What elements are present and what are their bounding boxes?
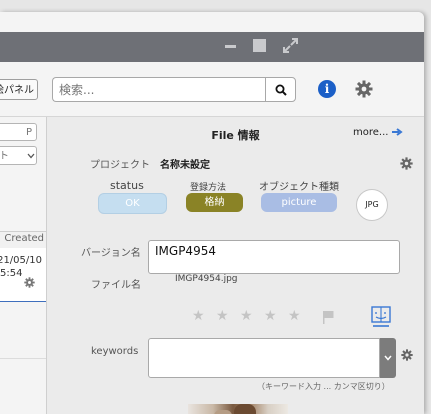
created-time: 5:54 xyxy=(0,268,23,279)
fullscreen-button[interactable] xyxy=(283,38,298,53)
keywords-label: keywords xyxy=(91,346,139,357)
object-type-badge[interactable]: picture xyxy=(261,193,337,212)
star-icon[interactable]: ★ xyxy=(192,308,205,324)
table-row[interactable]: 21/05/10 5:54 xyxy=(0,248,46,302)
window-controls-bar xyxy=(0,32,424,62)
finder-icon[interactable] xyxy=(371,306,391,328)
filename-value: IMGP4954.jpg xyxy=(175,274,238,284)
file-type-badge: JPG xyxy=(356,189,388,221)
created-date: 21/05/10 xyxy=(0,255,42,266)
project-value: 名称未設定 xyxy=(160,160,210,171)
list-divider xyxy=(0,358,46,359)
file-list-panel: P ト Created 21/05/10 5:54 xyxy=(0,117,47,414)
arrow-right-icon xyxy=(391,128,403,136)
registration-badge[interactable]: 格納 xyxy=(186,193,243,212)
registration-label: 登録方法 xyxy=(190,183,227,193)
expand-icon xyxy=(283,38,298,53)
star-icon[interactable]: ★ xyxy=(240,308,253,324)
gear-icon xyxy=(355,80,373,98)
keywords-hint: （キーワード入力 ... カンマ区切り） xyxy=(257,382,390,391)
status-label: status xyxy=(110,179,144,192)
gear-icon[interactable] xyxy=(400,157,413,170)
gear-icon[interactable] xyxy=(24,277,35,288)
status-badge[interactable]: OK xyxy=(98,193,167,214)
keywords-dropdown-button[interactable] xyxy=(380,338,396,378)
star-icon[interactable]: ★ xyxy=(216,308,229,324)
toolbar: 絵パネル i xyxy=(0,62,424,117)
star-icon[interactable]: ★ xyxy=(288,308,301,324)
keywords-input[interactable] xyxy=(148,338,380,378)
minimize-button[interactable] xyxy=(225,45,236,48)
created-column-header[interactable]: Created xyxy=(4,233,44,244)
version-value: IMGP4954 xyxy=(155,244,216,258)
more-link[interactable]: more... xyxy=(353,127,403,138)
chevron-down-icon xyxy=(384,355,392,361)
maximize-button[interactable] xyxy=(253,39,266,52)
info-icon[interactable]: i xyxy=(318,80,336,98)
app-window: 絵パネル i xyxy=(0,12,424,414)
search-button[interactable] xyxy=(265,77,296,102)
project-label: プロジェクト xyxy=(90,160,150,171)
star-rating[interactable]: ★ ★ ★ ★ ★ xyxy=(192,308,307,326)
object-type-label: オブジェクト種類 xyxy=(259,182,339,193)
sort-select[interactable]: ト xyxy=(0,146,37,165)
settings-button[interactable] xyxy=(355,80,373,98)
file-info-panel: File 情報 more... プロジェクト 名称未設定 status OK 登… xyxy=(47,117,424,414)
list-field-1[interactable]: P xyxy=(0,123,37,141)
flag-icon[interactable] xyxy=(322,310,334,324)
version-label: バージョン名 xyxy=(81,248,141,259)
column-header-row: Created xyxy=(0,231,46,249)
search-input[interactable] xyxy=(52,77,265,102)
star-icon[interactable]: ★ xyxy=(264,308,277,324)
chevron-down-icon xyxy=(27,153,35,159)
more-label: more... xyxy=(353,127,389,138)
gear-icon[interactable] xyxy=(401,349,413,361)
image-thumbnail[interactable] xyxy=(188,404,288,414)
title-bar xyxy=(0,12,424,32)
panel-button[interactable]: 絵パネル xyxy=(0,79,38,100)
version-input[interactable]: IMGP4954 xyxy=(148,240,400,274)
filename-label: ファイル名 xyxy=(91,280,141,291)
search-icon xyxy=(275,84,287,96)
